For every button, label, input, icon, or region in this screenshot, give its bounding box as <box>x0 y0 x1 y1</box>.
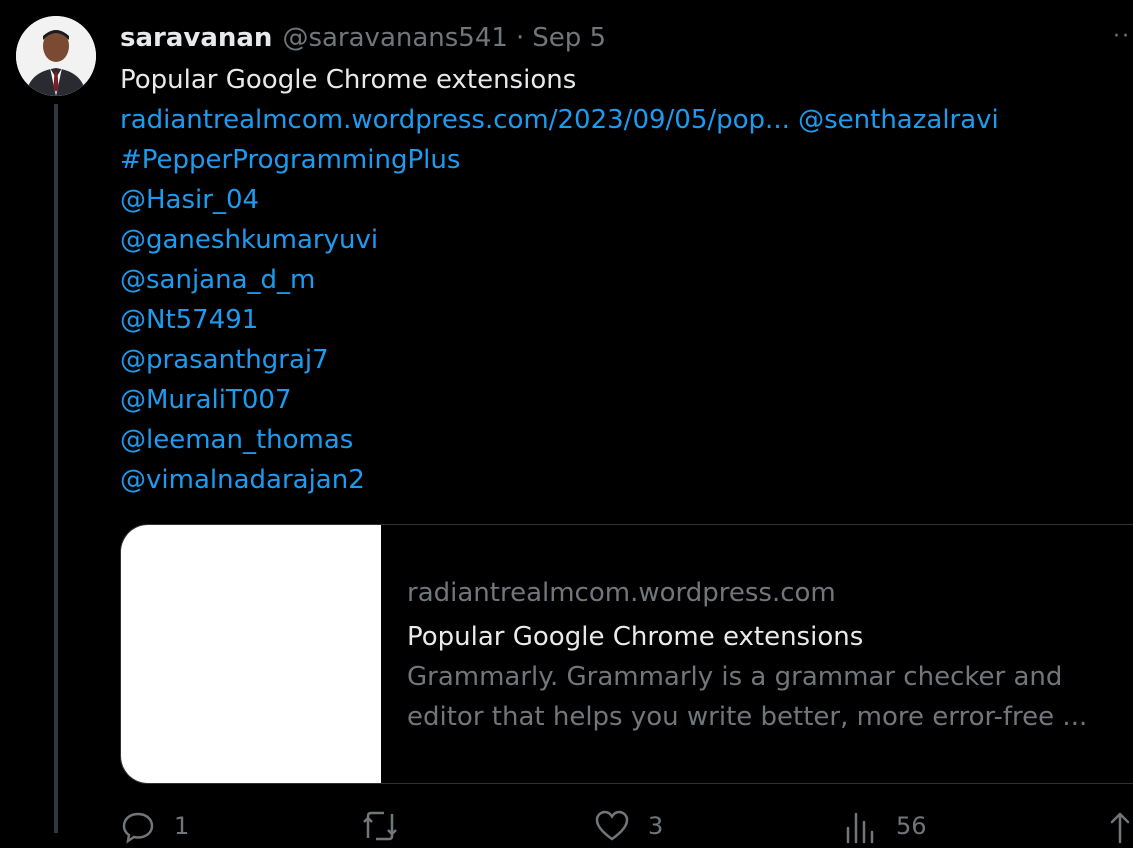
tweet-url-link[interactable]: radiantrealmcom.wordpress.com/2023/09/05… <box>120 105 790 135</box>
more-dots-icon[interactable]: ·· <box>1113 26 1131 48</box>
tweet-actions: 1 3 56 <box>0 808 1133 848</box>
views-chart-icon <box>846 812 874 844</box>
mention-link[interactable]: @MuraliT007 <box>120 380 292 420</box>
mention-link[interactable]: @vimalnadarajan2 <box>120 460 365 500</box>
views-button[interactable]: 56 <box>842 808 927 846</box>
thread-connector-line <box>54 104 58 833</box>
card-domain: radiantrealmcom.wordpress.com <box>407 578 836 608</box>
share-icon <box>1110 812 1130 844</box>
tweet-text: Popular Google Chrome extensions <box>120 65 577 95</box>
card-description-line: editor that helps you write better, more… <box>407 702 1088 732</box>
share-button[interactable] <box>1106 808 1133 844</box>
card-description-line: Grammarly. Grammarly is a grammar checke… <box>407 662 1063 692</box>
mention-link[interactable]: @Nt57491 <box>120 300 258 340</box>
author-name[interactable]: saravanan <box>120 23 272 53</box>
tweet-header: saravanan @saravanans541 · Sep 5 <box>120 21 606 55</box>
retweet-icon <box>363 811 397 841</box>
hashtag-link[interactable]: #PepperProgrammingPlus <box>120 140 460 180</box>
mention-link[interactable]: @ganeshkumaryuvi <box>120 220 378 260</box>
views-count: 56 <box>896 812 927 840</box>
mention-link[interactable]: @senthazalravi <box>798 105 999 135</box>
tweet-date[interactable]: Sep 5 <box>532 23 606 53</box>
reply-icon <box>122 812 154 844</box>
heart-icon <box>595 810 629 841</box>
reply-count: 1 <box>174 812 190 840</box>
card-thumbnail <box>121 525 381 783</box>
mention-link[interactable]: @sanjana_d_m <box>120 260 315 300</box>
like-button[interactable]: 3 <box>594 808 663 846</box>
link-preview-card[interactable]: radiantrealmcom.wordpress.com Popular Go… <box>120 524 1133 784</box>
retweet-button[interactable] <box>360 808 418 844</box>
author-avatar[interactable] <box>16 16 96 96</box>
mention-link[interactable]: @prasanthgraj7 <box>120 340 329 380</box>
mention-link[interactable]: @leeman_thomas <box>120 420 353 460</box>
reply-button[interactable]: 1 <box>120 808 189 846</box>
tweet-link-line: radiantrealmcom.wordpress.com/2023/09/05… <box>120 100 999 140</box>
like-count: 3 <box>648 812 664 840</box>
card-title: Popular Google Chrome extensions <box>407 622 864 652</box>
mention-link[interactable]: @Hasir_04 <box>120 180 259 220</box>
card-body: radiantrealmcom.wordpress.com Popular Go… <box>407 573 1127 737</box>
profile-photo-icon <box>16 16 96 96</box>
header-separator: · <box>515 23 525 53</box>
author-handle[interactable]: @saravanans541 <box>282 23 507 53</box>
